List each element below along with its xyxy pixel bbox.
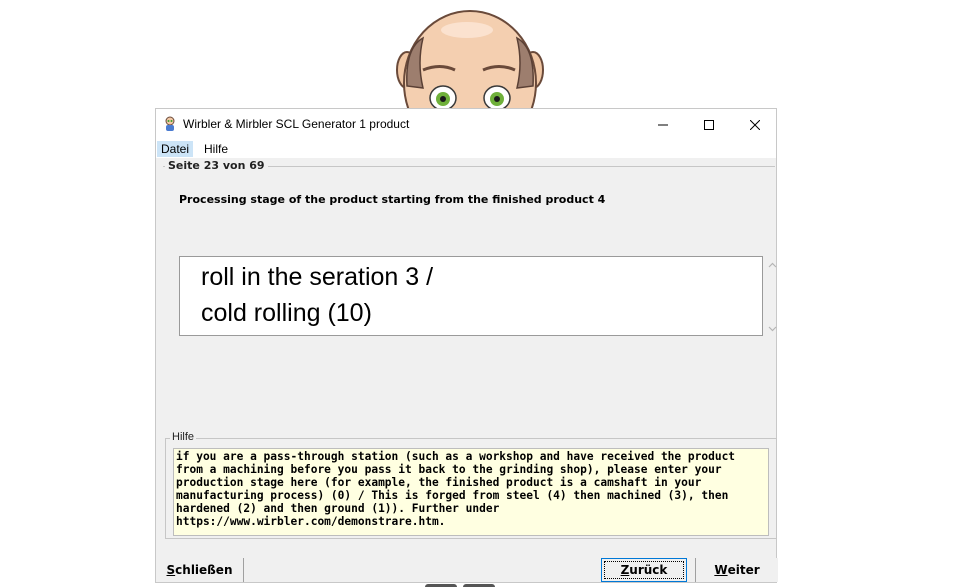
button-bar: Schließen Zurück Weiter xyxy=(156,556,778,582)
chevron-down-icon[interactable] xyxy=(768,324,777,333)
next-button-label: eiter xyxy=(727,563,760,577)
menu-datei[interactable]: Datei xyxy=(157,141,194,157)
answer-textbox[interactable]: roll in the seration 3 / cold rolling (1… xyxy=(179,256,763,336)
minimize-icon xyxy=(658,124,668,125)
close-button-mnemonic: S xyxy=(166,563,176,577)
answer-line-2: cold rolling (10) xyxy=(201,299,372,327)
next-button-mnemonic: W xyxy=(714,563,728,577)
maximize-icon xyxy=(704,119,714,130)
mascot-illustration xyxy=(395,8,545,108)
page-indicator: Seite 23 von 69 xyxy=(165,159,268,172)
close-icon xyxy=(750,119,760,130)
next-button[interactable]: Weiter xyxy=(695,558,778,582)
help-legend: Hilfe xyxy=(170,431,197,443)
app-window: Wirbler & Mirbler SCL Generator 1 produc… xyxy=(155,108,778,583)
menu-bar: Datei Hilfe xyxy=(156,140,776,158)
app-person-icon xyxy=(162,116,178,132)
chevron-up-icon[interactable] xyxy=(768,261,777,270)
close-button-label: chließen xyxy=(175,563,233,577)
focus-rect xyxy=(604,561,684,579)
back-button[interactable]: Zurück xyxy=(601,558,687,582)
help-group: Hilfe if you are a pass-through station … xyxy=(165,431,777,539)
help-text: if you are a pass-through station (such … xyxy=(173,448,769,536)
answer-line-1: roll in the seration 3 / xyxy=(201,263,434,291)
minimize-button[interactable] xyxy=(640,109,686,140)
close-window-button[interactable] xyxy=(732,109,778,140)
maximize-button[interactable] xyxy=(686,109,732,140)
menu-hilfe[interactable]: Hilfe xyxy=(200,141,232,157)
title-bar[interactable]: Wirbler & Mirbler SCL Generator 1 produc… xyxy=(156,109,776,140)
question-label: Processing stage of the product starting… xyxy=(179,193,606,206)
close-button[interactable]: Schließen xyxy=(156,558,244,582)
window-title: Wirbler & Mirbler SCL Generator 1 produc… xyxy=(183,117,410,131)
